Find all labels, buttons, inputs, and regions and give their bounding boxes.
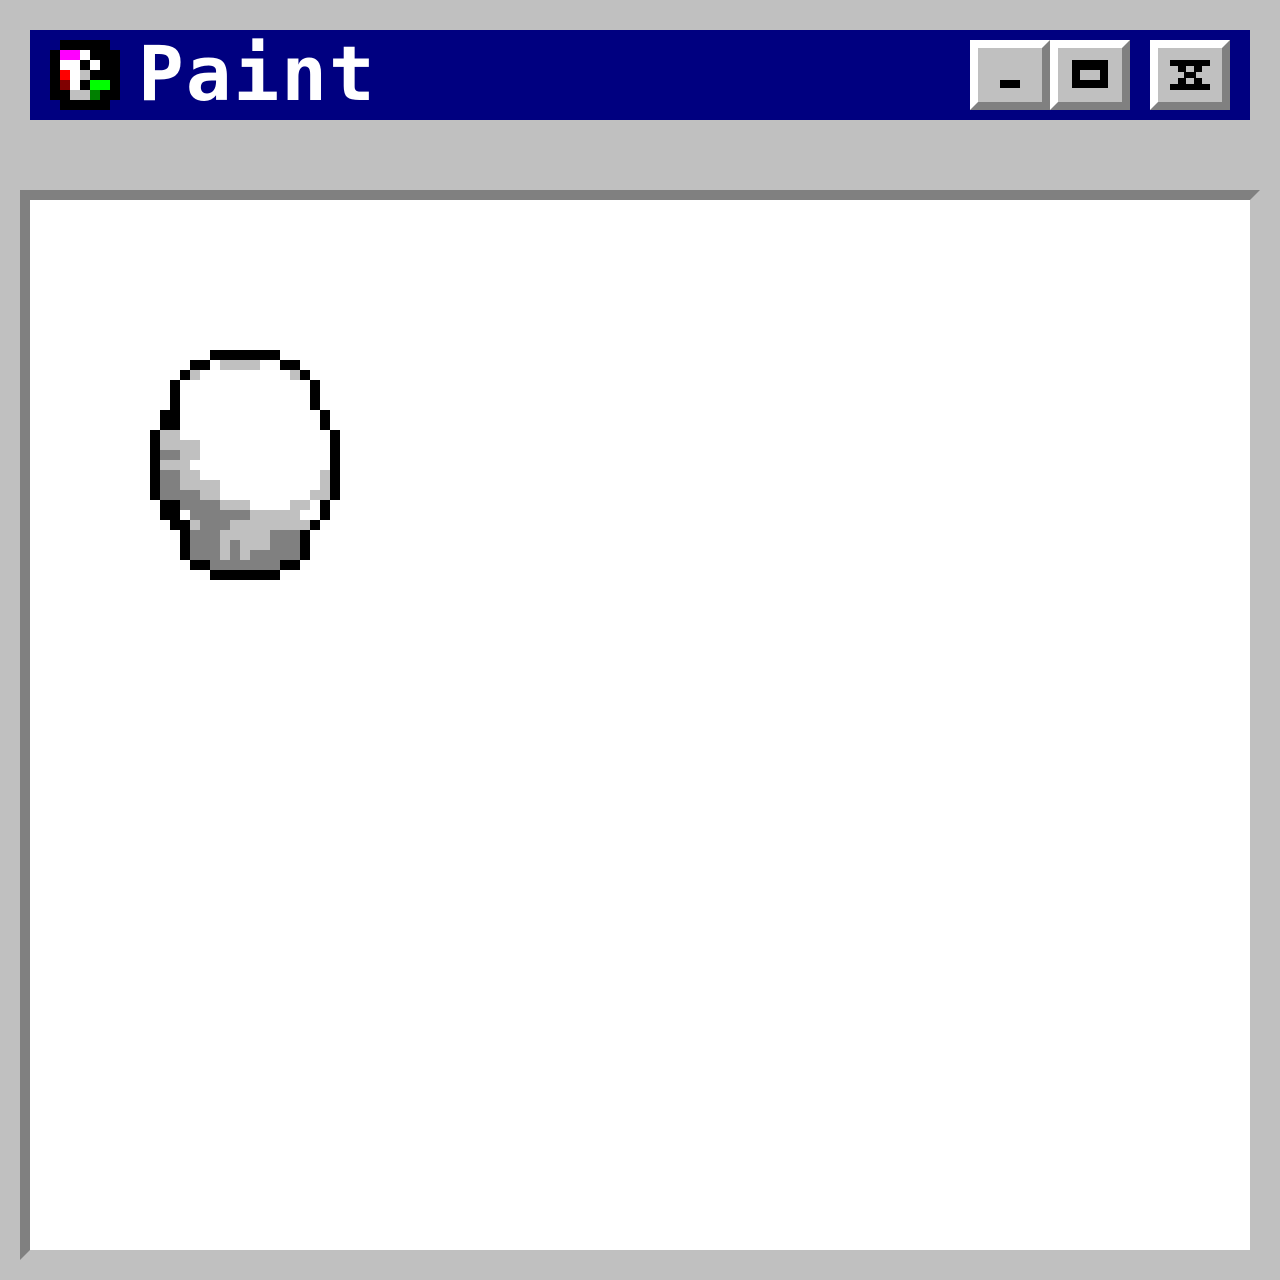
drawing-canvas[interactable] <box>30 200 1250 1250</box>
canvas-frame <box>20 190 1260 1260</box>
shaded-sphere <box>130 350 370 590</box>
paint-window: Paint <box>0 0 1280 1280</box>
minimize-button[interactable] <box>970 40 1050 110</box>
maximize-button[interactable] <box>1050 40 1130 110</box>
title-bar[interactable]: Paint <box>30 30 1250 120</box>
paint-app-icon[interactable] <box>50 40 120 110</box>
close-button[interactable] <box>1150 40 1230 110</box>
window-title: Paint <box>138 29 377 118</box>
